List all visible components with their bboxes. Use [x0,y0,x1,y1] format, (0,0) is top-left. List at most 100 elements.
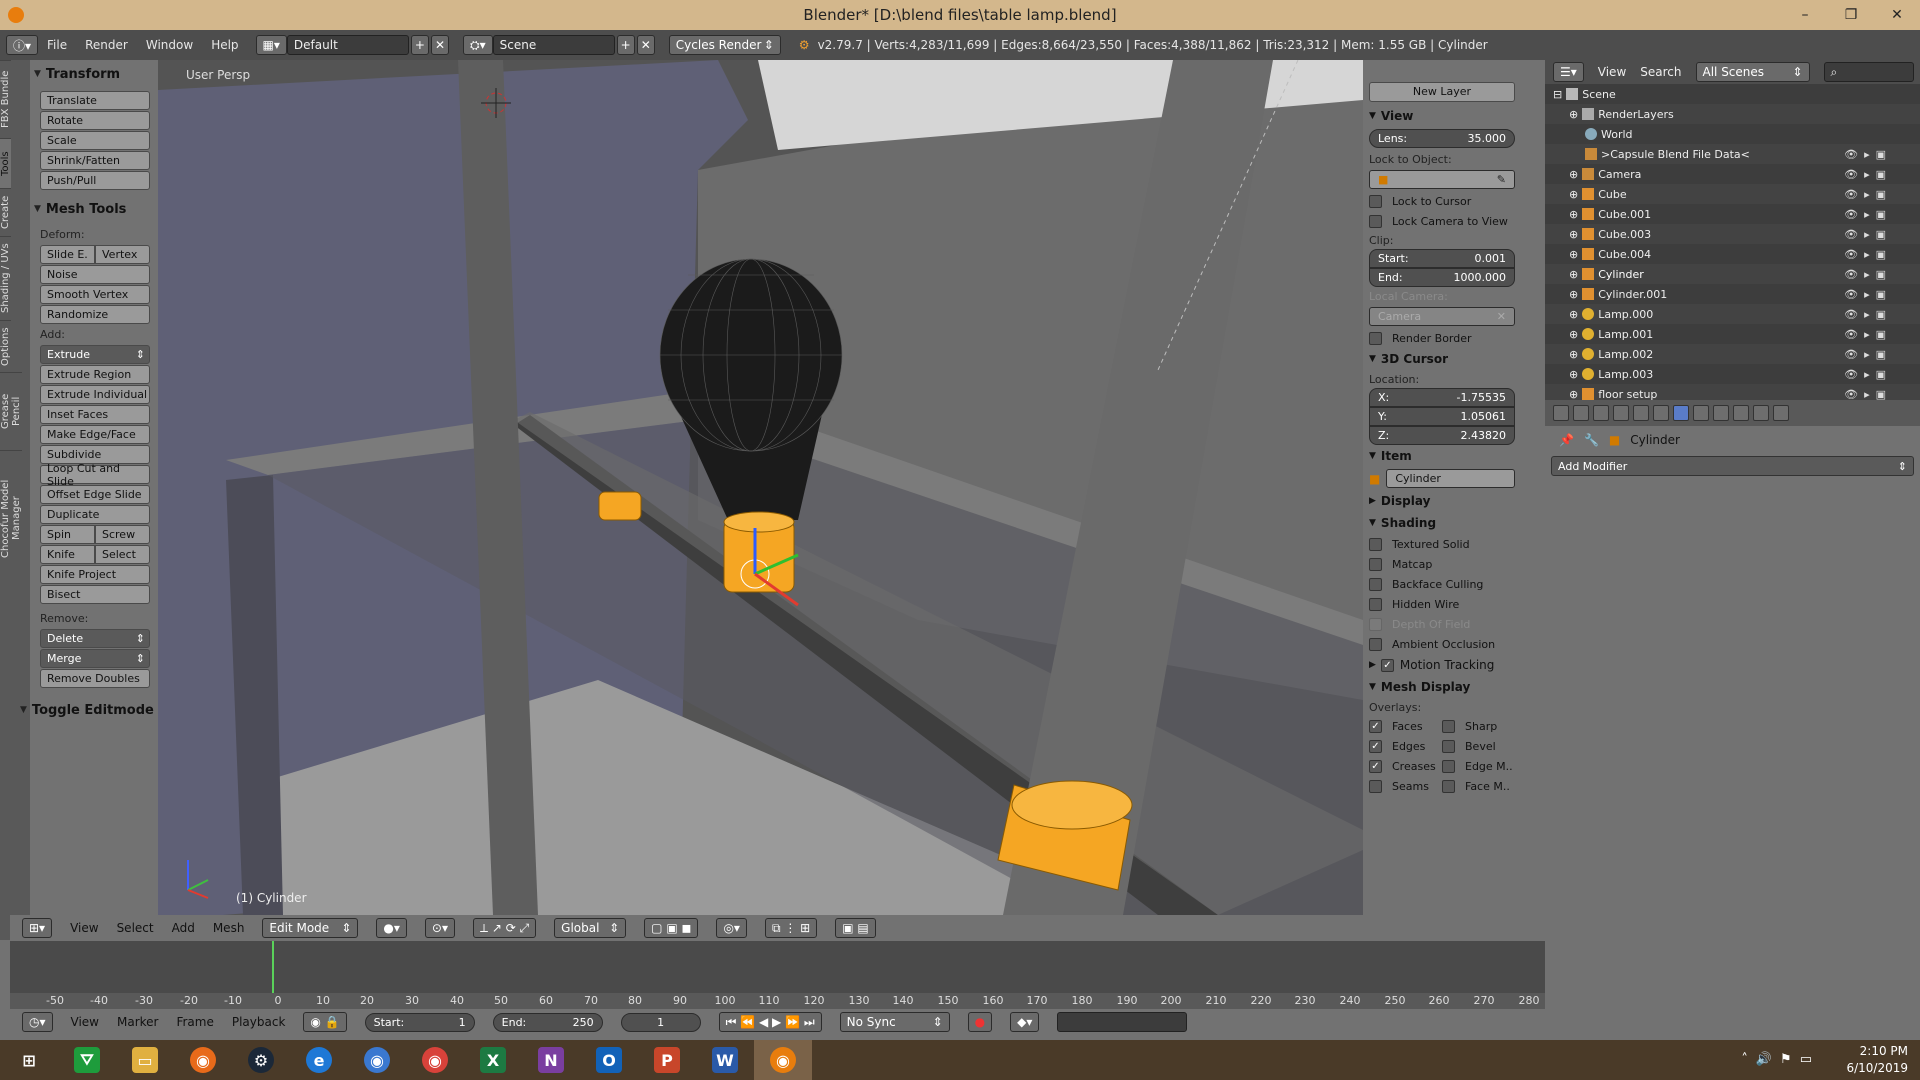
keying-set-field[interactable] [1057,1012,1188,1032]
outliner-row-lamp-003[interactable]: ⊕ Lamp.003 👁▸▣ [1545,364,1920,384]
mode-dropdown[interactable]: Edit Mode ⇕ [262,918,359,938]
outliner-row-cube-004[interactable]: ⊕ Cube.004 👁▸▣ [1545,244,1920,264]
timeline-playback-menu[interactable]: Playback [232,1015,286,1029]
duplicate-button[interactable]: Duplicate [40,505,150,524]
particles-tab-icon[interactable] [1753,405,1769,421]
clip-end-field[interactable]: End: 1000.000 [1369,268,1515,287]
onenote-icon[interactable]: N [522,1040,580,1080]
add-modifier-dropdown[interactable]: Add Modifier ⇕ [1551,456,1914,476]
edges-checkbox[interactable]: ✓ Edges [1369,736,1442,756]
expand-icon[interactable]: ⊕ [1569,328,1578,341]
layout-browse-icon[interactable]: ▦▾ [255,35,287,55]
visibility-icons[interactable]: 👁▸▣ [1844,188,1892,201]
expand-icon[interactable]: ⊕ [1569,108,1578,121]
expand-icon[interactable]: ⊕ [1569,368,1578,381]
rotate-button[interactable]: Rotate [40,111,150,130]
tab-chocofur[interactable]: Chocofur Model Manager [0,450,22,586]
visibility-icons[interactable]: 👁▸▣ [1844,248,1892,261]
timeline-editor-type-button[interactable]: ◷▾ [22,1012,53,1032]
layout-add-icon[interactable]: + [410,35,429,55]
maximize-button[interactable]: ❐ [1828,0,1874,30]
expand-icon[interactable]: ⊕ [1569,188,1578,201]
visibility-icons[interactable]: 👁▸▣ [1844,268,1892,281]
render-border-checkbox[interactable]: Render Border [1369,328,1515,348]
proportional-editing-icon[interactable]: ◎▾ [716,918,747,938]
extrude-region-button[interactable]: Extrude Region [40,365,150,384]
outliner-row-cube-001[interactable]: ⊕ Cube.001 👁▸▣ [1545,204,1920,224]
modifiers-tab-icon[interactable] [1673,405,1689,421]
object-tab-icon[interactable] [1633,405,1649,421]
chrome-alt-icon[interactable]: ◉ [348,1040,406,1080]
word-icon[interactable]: W [696,1040,754,1080]
chrome-icon[interactable]: ◉ [406,1040,464,1080]
view-panel-header[interactable]: View [1369,105,1515,127]
edge-icon[interactable]: e [290,1040,348,1080]
matcap-checkbox[interactable]: Matcap [1369,554,1515,574]
outliner-row-cube[interactable]: ⊕ Cube 👁▸▣ [1545,184,1920,204]
expand-icon[interactable]: ⊕ [1569,228,1578,241]
world-tab-icon[interactable] [1613,405,1629,421]
material-tab-icon[interactable] [1713,405,1729,421]
render-tab-icon[interactable] [1553,405,1569,421]
data-tab-icon[interactable] [1693,405,1709,421]
sync-dropdown[interactable]: No Sync ⇕ [839,1012,950,1032]
seams-checkbox[interactable]: Seams [1369,776,1442,796]
lock-camera-checkbox[interactable]: Lock Camera to View [1369,211,1515,231]
clip-start-field[interactable]: Start: 0.001 [1369,249,1515,268]
menu-window[interactable]: Window [146,38,193,52]
inset-faces-button[interactable]: Inset Faces [40,405,150,424]
info-editor-type-button[interactable]: ⓘ▾ [6,35,39,55]
render-buttons[interactable]: ▣ ▤ [835,918,876,938]
slide-edge-button[interactable]: Slide E. [40,245,95,264]
outliner-row-renderlayers[interactable]: ⊕ RenderLayers [1545,104,1920,124]
powerpoint-icon[interactable]: P [638,1040,696,1080]
scene-tab-icon[interactable] [1593,405,1609,421]
windows-start-icon[interactable]: ⊞ [0,1040,58,1080]
close-button[interactable]: ✕ [1874,0,1920,30]
transform-panel-header[interactable]: Transform [34,64,154,84]
expand-icon[interactable]: ⊕ [1569,348,1578,361]
clear-icon[interactable]: ✕ [1497,310,1506,323]
orientation-dropdown[interactable]: Global ⇕ [554,918,627,938]
outliner-search-menu[interactable]: Search [1640,65,1681,79]
extrude-individual-button[interactable]: Extrude Individual [40,385,150,404]
tab-options[interactable]: Options [0,320,11,372]
current-frame-indicator[interactable] [272,941,274,995]
scene-remove-icon[interactable]: ✕ [636,35,655,55]
lock-to-cursor-checkbox[interactable]: Lock to Cursor [1369,191,1515,211]
constraints-tab-icon[interactable] [1653,405,1669,421]
excel-icon[interactable]: X [464,1040,522,1080]
hidden-wire-checkbox[interactable]: Hidden Wire [1369,594,1515,614]
outliner-row-camera[interactable]: ⊕ Camera 👁▸▣ [1545,164,1920,184]
outliner-row-capsule[interactable]: >Capsule Blend File Data< 👁▸▣ [1545,144,1920,164]
expand-icon[interactable]: ⊕ [1569,388,1578,401]
render-engine-dropdown[interactable]: Cycles Render ⇕ [668,35,781,55]
blender-taskbar-icon[interactable]: ◉ [754,1040,812,1080]
manipulator-toggle[interactable]: ⟂ ↗ ⟳ ⤢ [473,918,537,938]
timeline-marker-menu[interactable]: Marker [117,1015,158,1029]
vertex-slide-button[interactable]: Vertex [95,245,150,264]
sharp-checkbox[interactable]: Sharp [1442,716,1515,736]
physics-tab-icon[interactable] [1773,405,1789,421]
scene-browse-icon[interactable]: ⛭▾ [463,35,493,55]
menu-help[interactable]: Help [211,38,238,52]
visibility-icons[interactable]: 👁▸▣ [1844,228,1892,241]
tab-fbx-bundle[interactable]: FBX Bundle [0,60,11,138]
timeline[interactable]: -50 -40 -30 -20 -10 0 10 20 30 40 50 60 … [10,941,1545,1009]
pin-icon[interactable]: 📌 [1559,433,1574,447]
check-icon[interactable]: ✓ [1380,658,1394,672]
extrude-dropdown[interactable]: Extrude ⇕ [40,345,150,364]
viewport-shading-dropdown[interactable]: ●▾ [376,918,407,938]
outliner-row-lamp-001[interactable]: ⊕ Lamp.001 👁▸▣ [1545,324,1920,344]
cursor-y-field[interactable]: Y: 1.05061 [1369,407,1515,426]
store-icon[interactable]: ⛛ [58,1040,116,1080]
layout-field[interactable]: Default [286,35,409,55]
outliner-search-input[interactable]: ⌕ [1823,62,1914,82]
visibility-icons[interactable]: 👁▸▣ [1844,348,1892,361]
scale-button[interactable]: Scale [40,131,150,150]
file-explorer-icon[interactable]: ▭ [116,1040,174,1080]
expand-icon[interactable]: ⊕ [1569,268,1578,281]
start-frame-field[interactable]: Start: 1 [364,1012,475,1032]
viewport-view-menu[interactable]: View [70,921,98,935]
minimize-button[interactable]: – [1782,0,1828,30]
